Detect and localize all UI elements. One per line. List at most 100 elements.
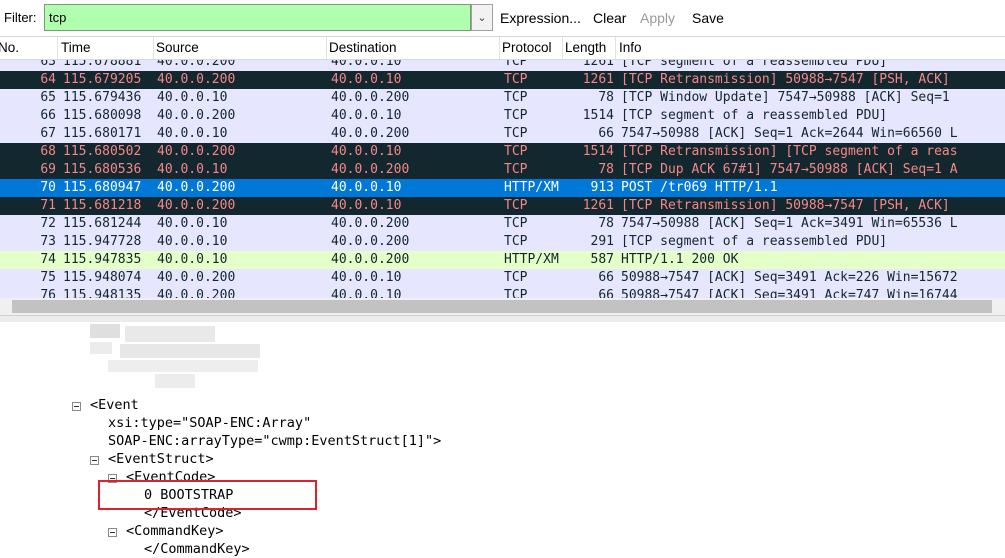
packet-cell-src: 40.0.0.200 — [157, 198, 236, 213]
packet-cell-src: 40.0.0.10 — [157, 234, 228, 249]
packet-row[interactable]: 67 115.680171 40.0.0.10 40.0.0.200 TCP 66 7547… — [0, 125, 1005, 143]
packet-cell-len: 1261 — [582, 72, 614, 87]
expression-button[interactable]: Expression... — [500, 10, 581, 26]
packet-cell-len: 78 — [598, 216, 614, 231]
packet-row[interactable]: 75 115.948074 40.0.0.200 40.0.0.10 TCP 66 5098… — [0, 269, 1005, 287]
tree-line-commandkey[interactable]: <CommandKey> — [126, 522, 224, 540]
packet-cell-no: 71 — [40, 198, 56, 213]
packet-row[interactable]: 65 115.679436 40.0.0.10 40.0.0.200 TCP 78 [TCP… — [0, 89, 1005, 107]
packet-row[interactable]: 70 115.680947 40.0.0.200 40.0.0.10 HTTP/XM 91… — [0, 179, 1005, 197]
packet-list: 63 115.678881 40.0.0.200 40.0.0.10 TCP 1261 [T… — [0, 37, 1005, 298]
packet-row[interactable]: 74 115.947835 40.0.0.10 40.0.0.200 HTTP/XM 58… — [0, 251, 1005, 269]
column-header-info[interactable]: Info — [619, 40, 642, 55]
packet-cell-src: 40.0.0.200 — [157, 108, 236, 123]
packet-cell-dst: 40.0.0.10 — [331, 180, 402, 195]
packet-cell-dst: 40.0.0.200 — [331, 252, 410, 267]
packet-cell-len: 66 — [598, 270, 614, 285]
packet-cell-proto: HTTP/XM — [504, 180, 559, 195]
packet-cell-proto: TCP — [504, 72, 528, 87]
column-header-protocol[interactable]: Protocol — [502, 40, 552, 55]
pane-splitter[interactable] — [0, 315, 1005, 322]
packet-row[interactable]: 66 115.680098 40.0.0.200 40.0.0.10 TCP 1514 [T… — [0, 107, 1005, 125]
packet-row[interactable]: 72 115.681244 40.0.0.10 40.0.0.200 TCP 78 7547… — [0, 215, 1005, 233]
packet-cell-dst: 40.0.0.10 — [331, 72, 402, 87]
packet-cell-proto: HTTP/XM — [504, 252, 559, 267]
packet-cell-no: 68 — [40, 144, 56, 159]
packet-cell-len: 587 — [590, 252, 614, 267]
packet-cell-dst: 40.0.0.10 — [331, 108, 402, 123]
packet-cell-len: 78 — [598, 90, 614, 105]
tree-line-attr-arraytype[interactable]: SOAP-ENC:arrayType="cwmp:EventStruct[1]"… — [108, 432, 441, 450]
packet-rows: 63 115.678881 40.0.0.200 40.0.0.10 TCP 1261 [T… — [0, 53, 1005, 298]
packet-cell-src: 40.0.0.10 — [157, 252, 228, 267]
filter-dropdown-button[interactable]: ⌄ — [471, 4, 493, 31]
packet-cell-src: 40.0.0.200 — [157, 288, 236, 298]
packet-cell-time: 115.681244 — [63, 216, 142, 231]
packet-row[interactable]: 69 115.680536 40.0.0.10 40.0.0.200 TCP 78 [TCP… — [0, 161, 1005, 179]
packet-cell-len: 66 — [598, 126, 614, 141]
packet-detail-tree: <Event xsi:type="SOAP-ENC:Array" SOAP-EN… — [0, 322, 1005, 557]
packet-cell-no: 72 — [40, 216, 56, 231]
packet-cell-info: [TCP segment of a reassembled PDU] — [621, 234, 888, 249]
packet-cell-time: 115.680536 — [63, 162, 142, 177]
column-header-no[interactable]: No. — [0, 40, 19, 55]
packet-cell-src: 40.0.0.10 — [157, 126, 228, 141]
tree-line-commandkey-close[interactable]: </CommandKey> — [144, 540, 250, 558]
packet-cell-proto: TCP — [504, 198, 528, 213]
redacted-block — [90, 324, 120, 338]
scrollbar-thumb[interactable] — [12, 300, 992, 313]
filter-input[interactable]: tcp — [44, 4, 471, 31]
packet-cell-len: 66 — [598, 288, 614, 298]
packet-cell-proto: TCP — [504, 108, 528, 123]
packet-cell-len: 1514 — [582, 144, 614, 159]
packet-cell-time: 115.948135 — [63, 288, 142, 298]
clear-button[interactable]: Clear — [593, 10, 626, 26]
packet-cell-no: 66 — [40, 108, 56, 123]
apply-button[interactable]: Apply — [640, 10, 675, 26]
packet-cell-proto: TCP — [504, 216, 528, 231]
packet-cell-len: 1261 — [582, 198, 614, 213]
packet-cell-len: 913 — [590, 180, 614, 195]
collapse-toggle-icon[interactable] — [108, 528, 117, 537]
redacted-block — [125, 326, 215, 342]
column-header-source[interactable]: Source — [156, 40, 199, 55]
horizontal-scrollbar[interactable] — [0, 298, 1005, 315]
packet-cell-time: 115.947835 — [63, 252, 142, 267]
packet-cell-no: 76 — [40, 288, 56, 298]
packet-cell-dst: 40.0.0.200 — [331, 126, 410, 141]
collapse-toggle-icon[interactable] — [72, 402, 81, 411]
packet-row[interactable]: 68 115.680502 40.0.0.200 40.0.0.10 TCP 1514 [T… — [0, 143, 1005, 161]
packet-row[interactable]: 71 115.681218 40.0.0.200 40.0.0.10 TCP 1261 [T… — [0, 197, 1005, 215]
column-header-destination[interactable]: Destination — [329, 40, 397, 55]
tree-line-event[interactable]: <Event — [90, 396, 139, 414]
column-header-time[interactable]: Time — [61, 40, 91, 55]
save-button[interactable]: Save — [692, 10, 724, 26]
packet-cell-proto: TCP — [504, 126, 528, 141]
packet-row[interactable]: 76 115.948135 40.0.0.200 40.0.0.10 TCP 66 5098… — [0, 287, 1005, 298]
packet-cell-info: [TCP Dup ACK 67#1] 7547→50988 [ACK] Seq=… — [621, 162, 958, 177]
tree-line-eventstruct[interactable]: <EventStruct> — [108, 450, 214, 468]
redacted-block — [155, 374, 195, 388]
packet-cell-dst: 40.0.0.10 — [331, 144, 402, 159]
packet-cell-proto: TCP — [504, 270, 528, 285]
packet-row[interactable]: 64 115.679205 40.0.0.200 40.0.0.10 TCP 1261 [T… — [0, 71, 1005, 89]
packet-cell-src: 40.0.0.200 — [157, 72, 236, 87]
packet-cell-len: 78 — [598, 162, 614, 177]
packet-row[interactable]: 73 115.947728 40.0.0.10 40.0.0.200 TCP 291 [TC… — [0, 233, 1005, 251]
packet-cell-no: 75 — [40, 270, 56, 285]
collapse-toggle-icon[interactable] — [90, 456, 99, 465]
tree-line-attr-type[interactable]: xsi:type="SOAP-ENC:Array" — [108, 414, 311, 432]
packet-cell-src: 40.0.0.10 — [157, 90, 228, 105]
packet-cell-info: 50988→7547 [ACK] Seq=3491 Ack=226 Win=15… — [621, 270, 958, 285]
packet-list-header: No. Time Source Destination Protocol Len… — [0, 37, 1005, 60]
packet-cell-proto: TCP — [504, 234, 528, 249]
packet-cell-info: [TCP segment of a reassembled PDU] — [621, 108, 888, 123]
packet-cell-info: HTTP/1.1 200 OK — [621, 252, 739, 267]
packet-cell-src: 40.0.0.200 — [157, 144, 236, 159]
column-header-length[interactable]: Length — [565, 40, 606, 55]
packet-cell-src: 40.0.0.10 — [157, 162, 228, 177]
packet-cell-dst: 40.0.0.200 — [331, 216, 410, 231]
packet-cell-proto: TCP — [504, 162, 528, 177]
redacted-block — [108, 360, 258, 372]
chevron-down-icon: ⌄ — [477, 11, 487, 24]
